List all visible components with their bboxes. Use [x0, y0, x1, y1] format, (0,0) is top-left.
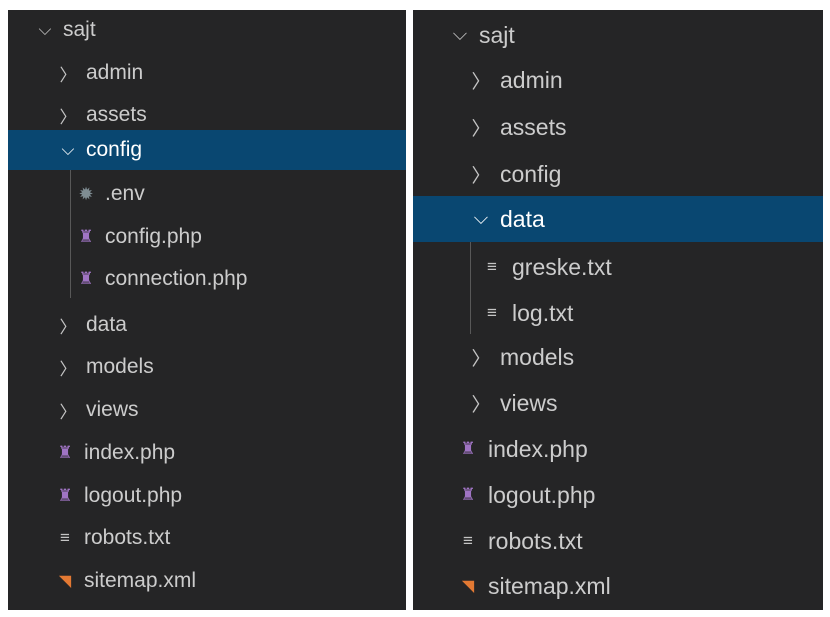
folder-label: admin — [86, 61, 144, 84]
tree-file-log-txt[interactable]: ≡ log.txt — [413, 291, 823, 335]
text-file-icon: ≡ — [487, 257, 497, 276]
tree-file-logout-php[interactable]: ♜ logout.php — [413, 473, 823, 517]
folder-label: data — [500, 205, 545, 232]
explorer-pane-right: ⌵ sajt 〉 admin 〉 assets 〉 config ⌵ data … — [413, 10, 823, 610]
folder-label: sajt — [479, 21, 515, 48]
file-label: config.php — [105, 225, 202, 248]
tree-folder-assets[interactable]: 〉 assets — [8, 96, 406, 134]
php-elephant-icon: ♜ — [78, 227, 94, 246]
text-file-icon: ≡ — [60, 528, 70, 547]
explorer-pane-left: ⌵ sajt 〉 admin 〉 assets ⌵ config ✹ .env … — [8, 10, 406, 610]
file-label: sitemap.xml — [84, 569, 197, 592]
tree-folder-data[interactable]: ⌵ data — [413, 196, 823, 242]
chevron-right-icon: 〉 — [471, 165, 491, 187]
tree-file-robots-txt[interactable]: ≡ robots.txt — [413, 519, 823, 563]
chevron-right-icon: 〉 — [59, 402, 77, 422]
rss-icon: ◥ — [461, 578, 475, 595]
folder-label: sajt — [63, 18, 96, 41]
chevron-right-icon: 〉 — [59, 359, 77, 379]
folder-label: config — [86, 138, 143, 161]
tree-file-logout-php[interactable]: ♜ logout.php — [8, 477, 406, 515]
chevron-right-icon: 〉 — [471, 348, 491, 370]
folder-label: admin — [500, 66, 563, 93]
tree-folder-admin[interactable]: 〉 admin — [413, 58, 823, 102]
file-label: robots.txt — [84, 526, 171, 549]
tree-file-sitemap-xml[interactable]: ◥ sitemap.xml — [413, 564, 823, 608]
chevron-down-icon: ⌵ — [452, 24, 468, 45]
php-elephant-icon: ♜ — [460, 439, 476, 458]
file-label: greske.txt — [512, 253, 612, 280]
tree-folder-admin[interactable]: 〉 admin — [8, 54, 406, 92]
chevron-right-icon: 〉 — [471, 118, 491, 140]
file-label: robots.txt — [488, 527, 583, 554]
file-label: log.txt — [512, 299, 574, 326]
tree-file-robots-txt[interactable]: ≡ robots.txt — [8, 519, 406, 557]
chevron-right-icon: 〉 — [471, 394, 491, 416]
file-label: .env — [105, 182, 145, 205]
file-label: index.php — [488, 435, 588, 462]
chevron-right-icon: 〉 — [59, 317, 77, 337]
php-elephant-icon: ♜ — [78, 269, 94, 288]
tree-file-index-php[interactable]: ♜ index.php — [8, 434, 406, 472]
php-elephant-icon: ♜ — [460, 485, 476, 504]
gear-icon: ✹ — [78, 183, 94, 204]
tree-folder-models[interactable]: 〉 models — [413, 335, 823, 379]
tree-folder-config[interactable]: ⌵ config — [8, 130, 406, 170]
tree-file-index-php[interactable]: ♜ index.php — [413, 427, 823, 471]
tree-folder-data[interactable]: 〉 data — [8, 306, 406, 344]
tree-file-env[interactable]: ✹ .env — [8, 175, 406, 213]
tree-file-config-php[interactable]: ♜ config.php — [8, 218, 406, 256]
folder-label: models — [86, 355, 154, 378]
text-file-icon: ≡ — [463, 531, 473, 550]
folder-label: models — [500, 343, 575, 370]
chevron-down-icon: ⌵ — [61, 140, 75, 159]
folder-label: assets — [86, 103, 147, 126]
tree-folder-sajt[interactable]: ⌵ sajt — [413, 13, 823, 57]
folder-label: views — [86, 398, 139, 421]
file-label: connection.php — [105, 267, 248, 290]
file-label: logout.php — [488, 481, 596, 508]
folder-label: views — [500, 389, 558, 416]
chevron-right-icon: 〉 — [59, 107, 77, 127]
tree-folder-config[interactable]: 〉 config — [413, 152, 823, 196]
file-label: logout.php — [84, 484, 183, 507]
php-elephant-icon: ♜ — [57, 486, 73, 505]
chevron-down-icon: ⌵ — [38, 20, 52, 39]
tree-folder-assets[interactable]: 〉 assets — [413, 105, 823, 149]
file-label: index.php — [84, 441, 176, 464]
rss-icon: ◥ — [58, 573, 72, 590]
php-elephant-icon: ♜ — [57, 443, 73, 462]
tree-file-greske-txt[interactable]: ≡ greske.txt — [413, 245, 823, 289]
chevron-right-icon: 〉 — [471, 71, 491, 93]
tree-folder-views[interactable]: 〉 views — [413, 381, 823, 425]
chevron-down-icon: ⌵ — [473, 208, 489, 229]
chevron-right-icon: 〉 — [59, 65, 77, 85]
tree-folder-sajt[interactable]: ⌵ sajt — [8, 11, 406, 49]
folder-label: config — [500, 160, 562, 187]
tree-file-sitemap-xml[interactable]: ◥ sitemap.xml — [8, 562, 406, 600]
tree-folder-models[interactable]: 〉 models — [8, 348, 406, 386]
folder-label: data — [86, 313, 127, 336]
tree-file-connection-php[interactable]: ♜ connection.php — [8, 260, 406, 298]
tree-folder-views[interactable]: 〉 views — [8, 391, 406, 429]
text-file-icon: ≡ — [487, 303, 497, 322]
file-label: sitemap.xml — [488, 572, 611, 599]
folder-label: assets — [500, 113, 567, 140]
